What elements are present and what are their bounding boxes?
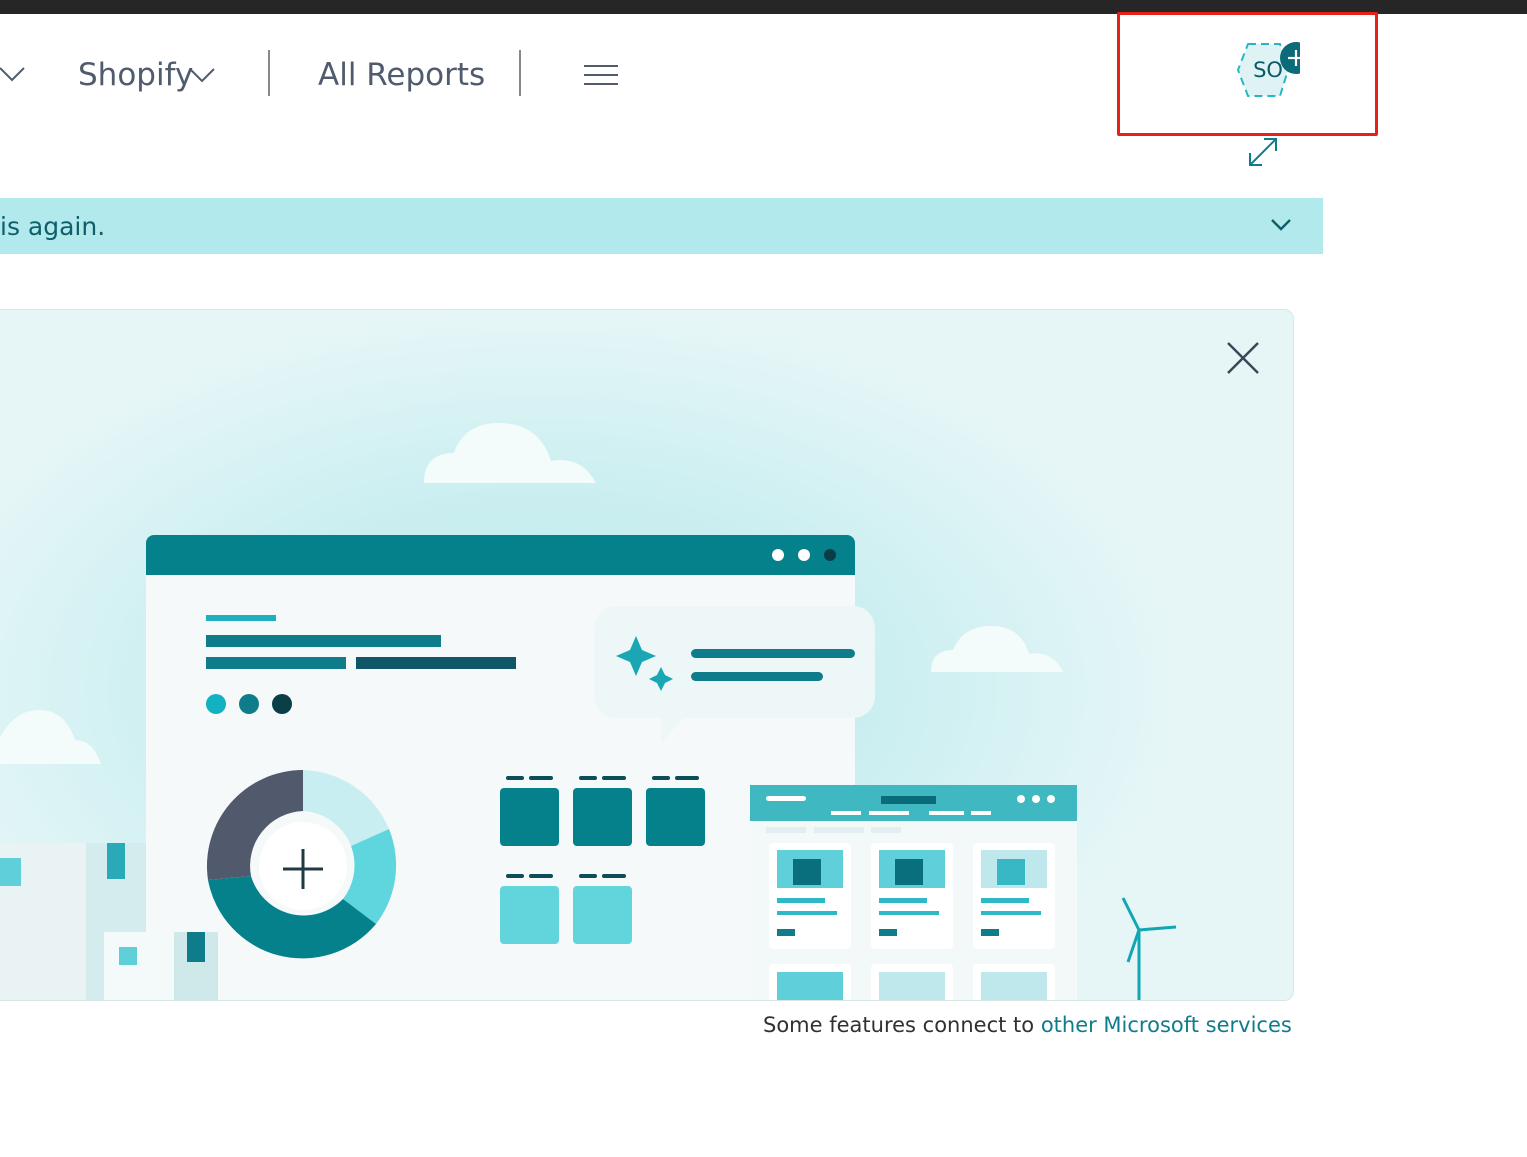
microsoft-services-link[interactable]: other Microsoft services bbox=[1041, 1013, 1292, 1037]
window-top-bar bbox=[0, 0, 1527, 14]
nav-shopify-menu[interactable]: Shopify bbox=[78, 52, 215, 98]
nav-all-reports-label: All Reports bbox=[318, 57, 486, 93]
nav-all-reports[interactable]: All Reports bbox=[318, 52, 485, 98]
nav-separator bbox=[519, 50, 521, 96]
chevron-down-icon[interactable] bbox=[1268, 214, 1294, 236]
nav-separator bbox=[268, 50, 270, 96]
banner-message: is again. bbox=[0, 212, 106, 241]
welcome-illustration bbox=[0, 423, 1177, 1000]
nav-shopify-label: Shopify bbox=[78, 57, 194, 93]
footer-note-text: Some features connect to bbox=[763, 1013, 1041, 1037]
welcome-card bbox=[0, 309, 1294, 1001]
chevron-down-icon bbox=[189, 68, 215, 83]
footer-note: Some features connect to other Microsoft… bbox=[763, 1010, 1292, 1040]
expand-icon[interactable] bbox=[1246, 135, 1280, 169]
notification-banner bbox=[0, 198, 1323, 254]
chevron-down-icon[interactable] bbox=[0, 60, 26, 88]
hamburger-menu-icon[interactable] bbox=[584, 64, 618, 86]
avatar-initials: SO bbox=[1253, 58, 1283, 82]
close-icon[interactable] bbox=[1224, 339, 1262, 377]
